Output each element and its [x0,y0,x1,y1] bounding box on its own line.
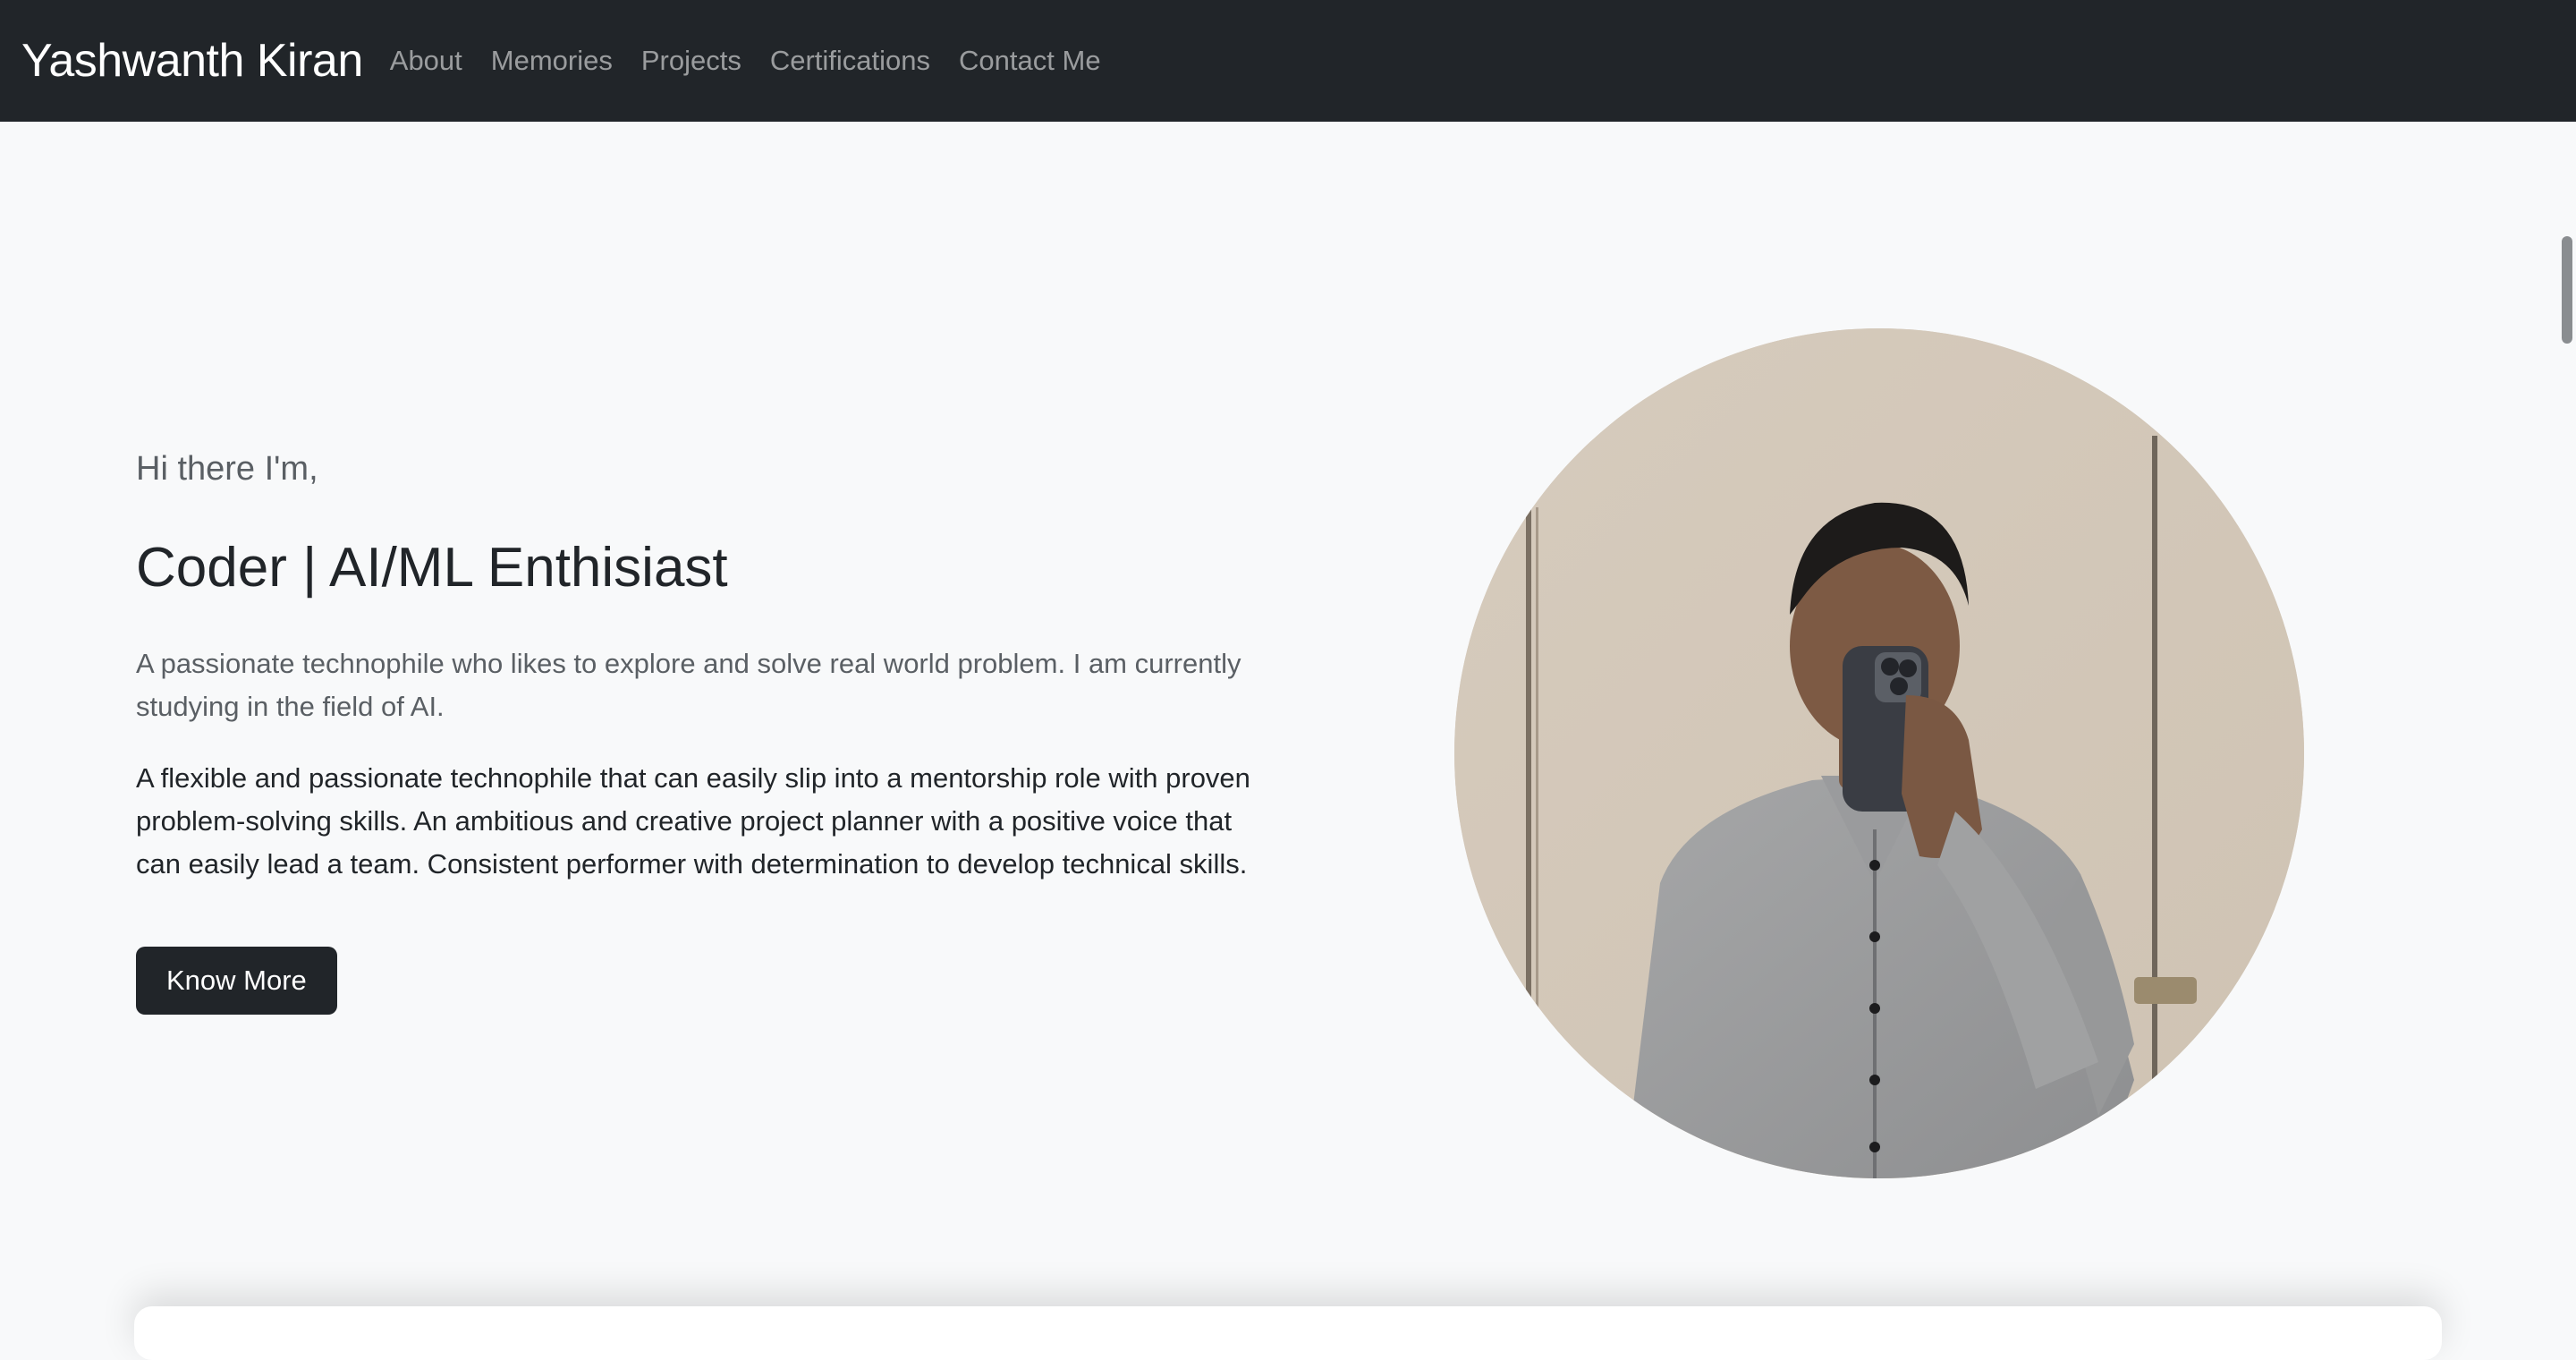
scrollbar-track[interactable] [2556,122,2576,1331]
hero-headline: Coder | AI/ML Enthisiast [136,536,728,599]
top-navbar: Yashwanth Kiran About Memories Projects … [0,0,2576,122]
nav-links: About Memories Projects Certifications C… [390,45,1115,77]
nav-link-certifications[interactable]: Certifications [756,45,945,77]
scrollbar-thumb[interactable] [2562,236,2572,344]
hero-section: Hi there I'm, Coder | AI/ML Enthisiast A… [0,122,2576,1331]
brand-logo-link[interactable]: Yashwanth Kiran [21,34,363,88]
hero-lead-text: A passionate technophile who likes to ex… [136,647,1241,722]
hero-body-text: A flexible and passionate technophile th… [136,761,1250,880]
next-section-card-edge [134,1306,2442,1360]
hero-text-block: Hi there I'm, Coder | AI/ML Enthisiast A… [136,449,1281,1015]
nav-link-memories[interactable]: Memories [477,45,627,77]
hero-greeting: Hi there I'm, [136,450,318,488]
profile-photo [1454,328,2304,1178]
nav-link-contact-me[interactable]: Contact Me [945,45,1115,77]
nav-link-projects[interactable]: Projects [627,45,756,77]
know-more-button[interactable]: Know More [136,946,337,1015]
nav-link-about[interactable]: About [390,45,477,77]
